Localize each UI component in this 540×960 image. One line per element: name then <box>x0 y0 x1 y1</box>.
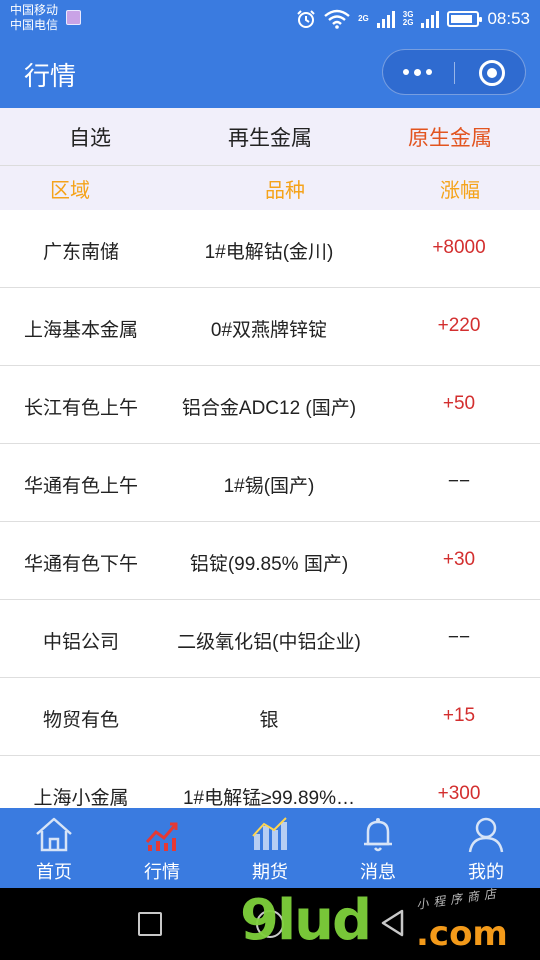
nav-home[interactable]: 首页 <box>0 808 108 888</box>
network-type-2b: 2G <box>402 18 414 27</box>
nav-home-label: 首页 <box>36 862 72 882</box>
carrier-info: 中国移动 中国电信 <box>10 3 58 33</box>
mini-program-capsule <box>382 49 526 95</box>
row-region: 中铝公司 <box>42 632 119 653</box>
nav-profile[interactable]: 我的 <box>432 808 540 888</box>
price-list: 广东南储 1#电解钴(金川) +8000 上海基本金属 0#双燕牌锌锭 +220… <box>0 210 540 808</box>
bottom-tab-bar: 首页 行情 期货 消息 我的 <box>0 808 540 888</box>
row-variety: 银 <box>259 710 279 731</box>
status-icons: 2G 3G 2G 08:53 <box>296 6 530 32</box>
list-item[interactable]: 长江有色上午 铝合金ADC12 (国产) +50 <box>0 366 540 444</box>
list-item[interactable]: 华通有色上午 1#锡(国产) −− <box>0 444 540 522</box>
row-variety: 二级氧化铝(中铝企业) <box>177 632 361 653</box>
page-title: 行情 <box>24 61 77 91</box>
list-item[interactable]: 中铝公司 二级氧化铝(中铝企业) −− <box>0 600 540 678</box>
recent-apps-icon[interactable] <box>138 912 162 936</box>
tab-recycled-metals[interactable]: 再生金属 <box>200 122 340 152</box>
close-mini-program-icon[interactable] <box>479 60 505 86</box>
row-change: +8000 <box>432 237 486 258</box>
battery-icon <box>447 11 483 27</box>
nav-futures-label: 期货 <box>252 862 288 882</box>
wifi-icon <box>324 9 350 29</box>
row-region: 上海小金属 <box>33 788 129 808</box>
row-change: +220 <box>437 315 481 336</box>
home-icon <box>36 817 72 852</box>
column-variety: 品种 <box>265 180 305 202</box>
user-icon <box>468 817 504 853</box>
list-item[interactable]: 上海基本金属 0#双燕牌锌锭 +220 <box>0 288 540 366</box>
nav-market[interactable]: 行情 <box>108 808 216 888</box>
carrier-1: 中国移动 <box>10 3 59 17</box>
tab-primary-metals[interactable]: 原生金属 <box>380 122 520 152</box>
row-region: 长江有色上午 <box>23 398 138 419</box>
row-region: 广东南储 <box>42 242 119 263</box>
image-notification-icon <box>66 10 81 25</box>
capsule-divider <box>454 62 455 84</box>
status-bar: 中国移动 中国电信 2G 3G 2G 08:53 <box>0 0 540 38</box>
network-type-1: 2G <box>358 14 369 23</box>
list-item[interactable]: 华通有色下午 铝锭(99.85% 国产) +30 <box>0 522 540 600</box>
row-change: +30 <box>442 549 476 570</box>
row-region: 物贸有色 <box>42 710 119 731</box>
row-region: 上海基本金属 <box>23 320 138 341</box>
row-change: +300 <box>437 783 481 804</box>
row-variety: 铝锭(99.85% 国产) <box>189 554 349 575</box>
futures-chart-icon <box>252 817 287 850</box>
nav-messages-label: 消息 <box>360 862 396 882</box>
row-variety: 0#双燕牌锌锭 <box>210 320 328 341</box>
alarm-icon <box>297 10 315 28</box>
row-change: −− <box>447 471 471 492</box>
row-variety: 铝合金ADC12 (国产) <box>181 398 357 419</box>
row-variety: 1#电解锰≥99.89%… <box>182 788 355 808</box>
row-region: 华通有色下午 <box>23 554 138 575</box>
title-bar: 行情 <box>0 38 540 108</box>
back-icon[interactable] <box>378 908 408 938</box>
nav-futures[interactable]: 期货 <box>216 808 324 888</box>
carrier-2: 中国电信 <box>10 18 59 32</box>
nav-market-label: 行情 <box>144 862 180 882</box>
battery-fill <box>451 15 472 23</box>
row-change: −− <box>447 627 471 648</box>
list-item[interactable]: 广东南储 1#电解钴(金川) +8000 <box>0 210 540 288</box>
row-variety: 1#锡(国产) <box>223 476 315 497</box>
row-change: +15 <box>442 705 476 726</box>
market-trend-icon <box>145 822 178 851</box>
tab-watchlist[interactable]: 自选 <box>30 122 150 152</box>
signal-1-icon <box>376 10 395 28</box>
row-change: +50 <box>442 393 476 414</box>
column-header: 区域 品种 涨幅 <box>0 166 540 210</box>
clock: 08:53 <box>487 9 530 28</box>
bell-icon <box>364 818 392 852</box>
list-item[interactable]: 物贸有色 银 +15 <box>0 678 540 756</box>
row-region: 华通有色上午 <box>23 476 138 497</box>
more-icon[interactable] <box>403 65 435 79</box>
row-variety: 1#电解钴(金川) <box>204 242 334 263</box>
column-change: 涨幅 <box>440 180 480 202</box>
list-item[interactable]: 上海小金属 1#电解锰≥99.89%… +300 <box>0 756 540 808</box>
category-tabs: 自选 再生金属 原生金属 <box>0 108 540 166</box>
nav-profile-label: 我的 <box>468 862 504 882</box>
home-button-icon[interactable] <box>256 910 284 938</box>
signal-2-icon <box>421 10 440 28</box>
column-region: 区域 <box>50 180 90 202</box>
nav-messages[interactable]: 消息 <box>324 808 432 888</box>
